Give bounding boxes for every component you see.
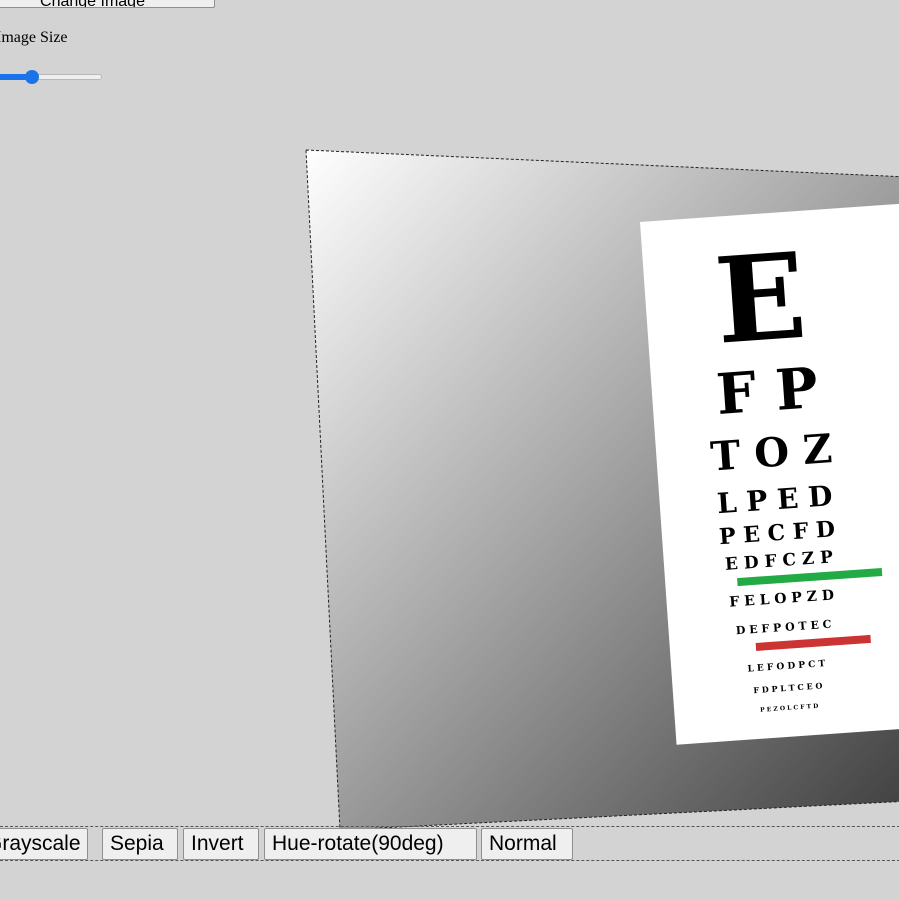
change-image-button[interactable]: Change Image xyxy=(0,0,215,8)
image-size-label: Image Size xyxy=(0,29,68,46)
slider-thumb[interactable] xyxy=(25,70,39,84)
image-stage: E F P T O Z L P E D P E C F D E D F C Z … xyxy=(0,0,899,899)
transformed-image-frame[interactable] xyxy=(0,0,899,899)
sepia-filter-button[interactable]: Sepia xyxy=(102,828,178,860)
filter-toolbar: Grayscale Sepia Invert Hue-rotate(90deg)… xyxy=(0,826,899,861)
image-frame-background xyxy=(305,149,899,831)
image-size-slider[interactable] xyxy=(0,70,104,84)
grayscale-filter-button[interactable]: Grayscale xyxy=(0,828,88,860)
normal-filter-button[interactable]: Normal xyxy=(481,828,573,860)
hue-rotate-filter-button[interactable]: Hue-rotate(90deg) xyxy=(264,828,477,860)
invert-filter-button[interactable]: Invert xyxy=(183,828,259,860)
